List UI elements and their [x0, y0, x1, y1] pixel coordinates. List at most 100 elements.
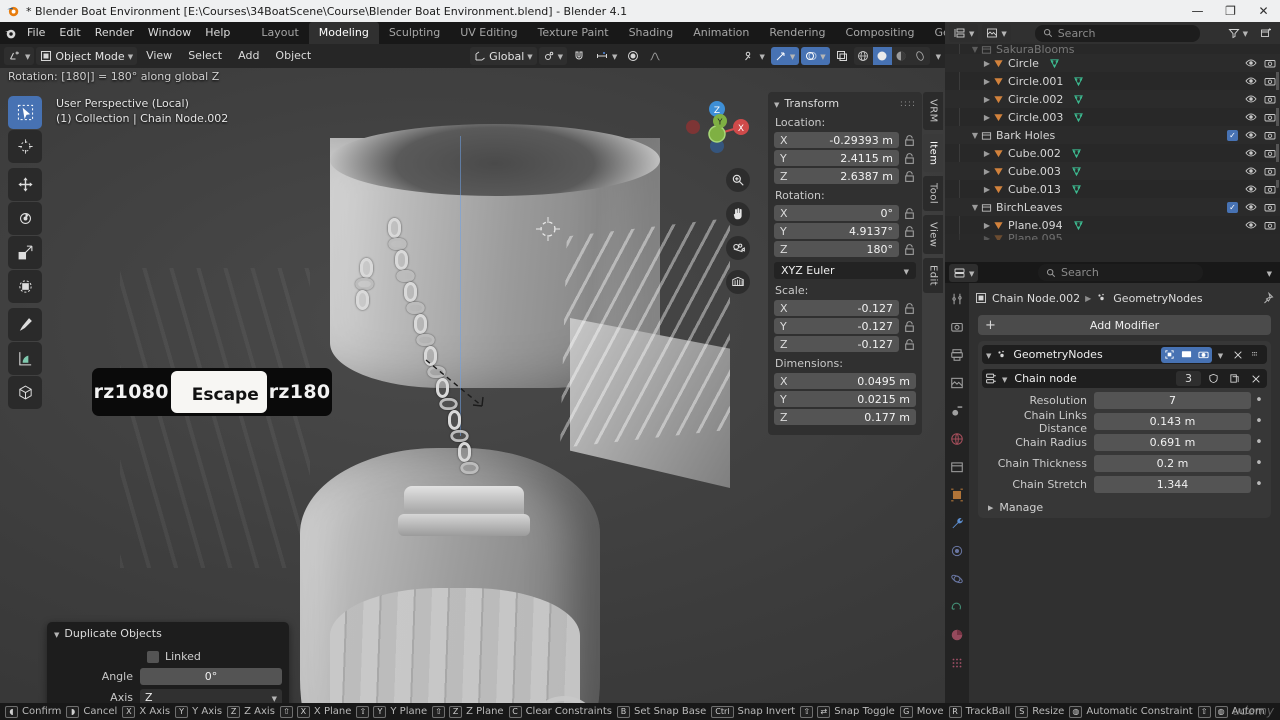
camera-view-icon[interactable] — [726, 236, 750, 260]
location-x-input[interactable]: X -0.29393 m — [774, 132, 899, 148]
eye-icon[interactable] — [1245, 93, 1257, 105]
list-item[interactable]: ▶ Circle.001 — [945, 72, 1280, 90]
modifier-realtime-toggle[interactable] — [1178, 346, 1195, 363]
chevron-down-icon[interactable]: ▼ — [986, 352, 991, 360]
animate-property-icon[interactable]: • — [1251, 436, 1267, 449]
lock-icon[interactable] — [903, 207, 916, 220]
eye-icon[interactable] — [1245, 219, 1257, 231]
dimension-y-input[interactable]: Y 0.0215 m — [774, 391, 916, 407]
rotation-mode-dropdown[interactable]: XYZ Euler ▼ — [774, 262, 916, 279]
shading-options-dropdown[interactable]: ▼ — [932, 47, 945, 65]
tab-object[interactable] — [948, 486, 966, 504]
chevron-down-icon[interactable]: ▼ — [1002, 376, 1007, 384]
manage-section-header[interactable]: ▼ Manage — [987, 501, 1267, 514]
tab-animation[interactable]: Animation — [683, 22, 759, 44]
collection-checkbox[interactable]: ✓ — [1227, 201, 1238, 213]
tab-scene[interactable] — [948, 402, 966, 420]
expand-collapse-icon[interactable]: ▼ — [969, 45, 981, 54]
tab-material[interactable] — [948, 654, 966, 672]
sidebar-tab-tool[interactable]: Tool — [923, 176, 943, 212]
eye-icon[interactable] — [1245, 111, 1257, 123]
animate-property-icon[interactable]: • — [1251, 478, 1267, 491]
eye-icon[interactable] — [1245, 129, 1257, 141]
outliner-filter-id-selector[interactable]: ▼ — [982, 24, 1011, 42]
tab-tool[interactable] — [948, 290, 966, 308]
location-z-input[interactable]: Z 2.6387 m — [774, 168, 899, 184]
properties-options-dropdown[interactable]: ▼ — [1263, 264, 1276, 282]
camera-icon[interactable] — [1264, 57, 1276, 69]
transform-orientation-selector[interactable]: Global ▼ — [470, 47, 537, 65]
camera-icon[interactable] — [1264, 219, 1276, 231]
lock-icon[interactable] — [903, 320, 916, 333]
tab-constraints[interactable] — [948, 598, 966, 616]
param-input[interactable]: 0.691 m — [1094, 434, 1251, 451]
menu-window[interactable]: Window — [141, 22, 198, 44]
lock-icon[interactable] — [903, 302, 916, 315]
viewport-menu-view[interactable]: View — [139, 47, 179, 65]
camera-icon[interactable] — [1264, 183, 1276, 195]
modifier-render-toggle[interactable] — [1195, 346, 1212, 363]
node-group-name[interactable]: Chain node — [1014, 372, 1076, 385]
eye-icon[interactable] — [1245, 147, 1257, 159]
node-group-icon[interactable] — [985, 372, 998, 385]
expand-collapse-icon[interactable]: ▶ — [981, 234, 993, 240]
tab-world[interactable] — [948, 430, 966, 448]
list-item[interactable]: ▼ BirchLeaves ✓ — [945, 198, 1280, 216]
lock-icon[interactable] — [903, 152, 916, 165]
dimension-x-input[interactable]: X 0.0495 m — [774, 373, 916, 389]
eye-icon[interactable] — [1245, 165, 1257, 177]
expand-collapse-icon[interactable]: ▶ — [981, 95, 993, 104]
rotation-x-input[interactable]: X 0° — [774, 205, 899, 221]
camera-icon[interactable] — [1264, 93, 1276, 105]
close-button[interactable]: ✕ — [1247, 0, 1280, 22]
tool-move[interactable] — [8, 168, 42, 201]
expand-collapse-icon[interactable]: ▶ — [981, 149, 993, 158]
operator-panel-header[interactable]: ▼ Duplicate Objects — [54, 627, 282, 640]
blender-menu-icon[interactable] — [0, 27, 20, 40]
tab-particles[interactable] — [948, 542, 966, 560]
tab-rendering[interactable]: Rendering — [759, 22, 835, 44]
expand-collapse-icon[interactable]: ▶ — [981, 77, 993, 86]
pan-hand-icon[interactable] — [726, 202, 750, 226]
lock-icon[interactable] — [903, 134, 916, 147]
fake-user-shield-icon[interactable] — [1205, 371, 1222, 387]
expand-collapse-icon[interactable]: ▶ — [981, 167, 993, 176]
rotation-z-input[interactable]: Z 180° — [774, 241, 899, 257]
scale-z-input[interactable]: Z -0.127 — [774, 336, 899, 352]
eye-icon[interactable] — [1245, 75, 1257, 87]
tab-render[interactable] — [948, 318, 966, 336]
lock-icon[interactable] — [903, 243, 916, 256]
list-item[interactable]: ▼ SakuraBlooms — [945, 44, 1280, 56]
lock-icon[interactable] — [903, 225, 916, 238]
expand-collapse-icon[interactable]: ▼ — [969, 203, 981, 212]
tool-rotate[interactable] — [8, 202, 42, 235]
modifier-drag-handle[interactable] — [1246, 347, 1263, 363]
eye-icon[interactable] — [1245, 201, 1257, 213]
editor-type-selector[interactable]: ▼ — [4, 47, 35, 65]
viewport-menu-object[interactable]: Object — [268, 47, 318, 65]
lock-icon[interactable] — [903, 338, 916, 351]
outliner-search-input[interactable]: Search — [1034, 24, 1200, 42]
list-item[interactable]: ▶ Cube.013 — [945, 180, 1280, 198]
tab-object-data[interactable] — [948, 626, 966, 644]
modifier-edit-mode-toggle[interactable] — [1161, 346, 1178, 363]
node-group-user-count[interactable]: 3 — [1176, 371, 1201, 386]
tab-view-layer[interactable] — [948, 374, 966, 392]
tab-compositing[interactable]: Compositing — [836, 22, 925, 44]
shading-rendered-button[interactable] — [910, 47, 930, 65]
panel-grip-icon[interactable]: :::: — [900, 99, 916, 109]
expand-collapse-icon[interactable]: ▶ — [981, 185, 993, 194]
animate-property-icon[interactable]: • — [1251, 394, 1267, 407]
collection-checkbox[interactable]: ✓ — [1227, 129, 1238, 141]
expand-collapse-icon[interactable]: ▶ — [981, 59, 993, 68]
tab-physics[interactable] — [948, 570, 966, 588]
menu-help[interactable]: Help — [198, 22, 237, 44]
tab-modeling[interactable]: Modeling — [308, 22, 379, 44]
list-item[interactable]: ▶ Circle.003 — [945, 108, 1280, 126]
param-input[interactable]: 0.2 m — [1094, 455, 1251, 472]
xray-toggle[interactable] — [832, 47, 852, 65]
breadcrumb-modifier[interactable]: GeometryNodes — [1113, 292, 1202, 305]
tool-add-cube[interactable] — [8, 376, 42, 409]
param-input[interactable]: 7 — [1094, 392, 1251, 409]
camera-icon[interactable] — [1264, 201, 1276, 213]
